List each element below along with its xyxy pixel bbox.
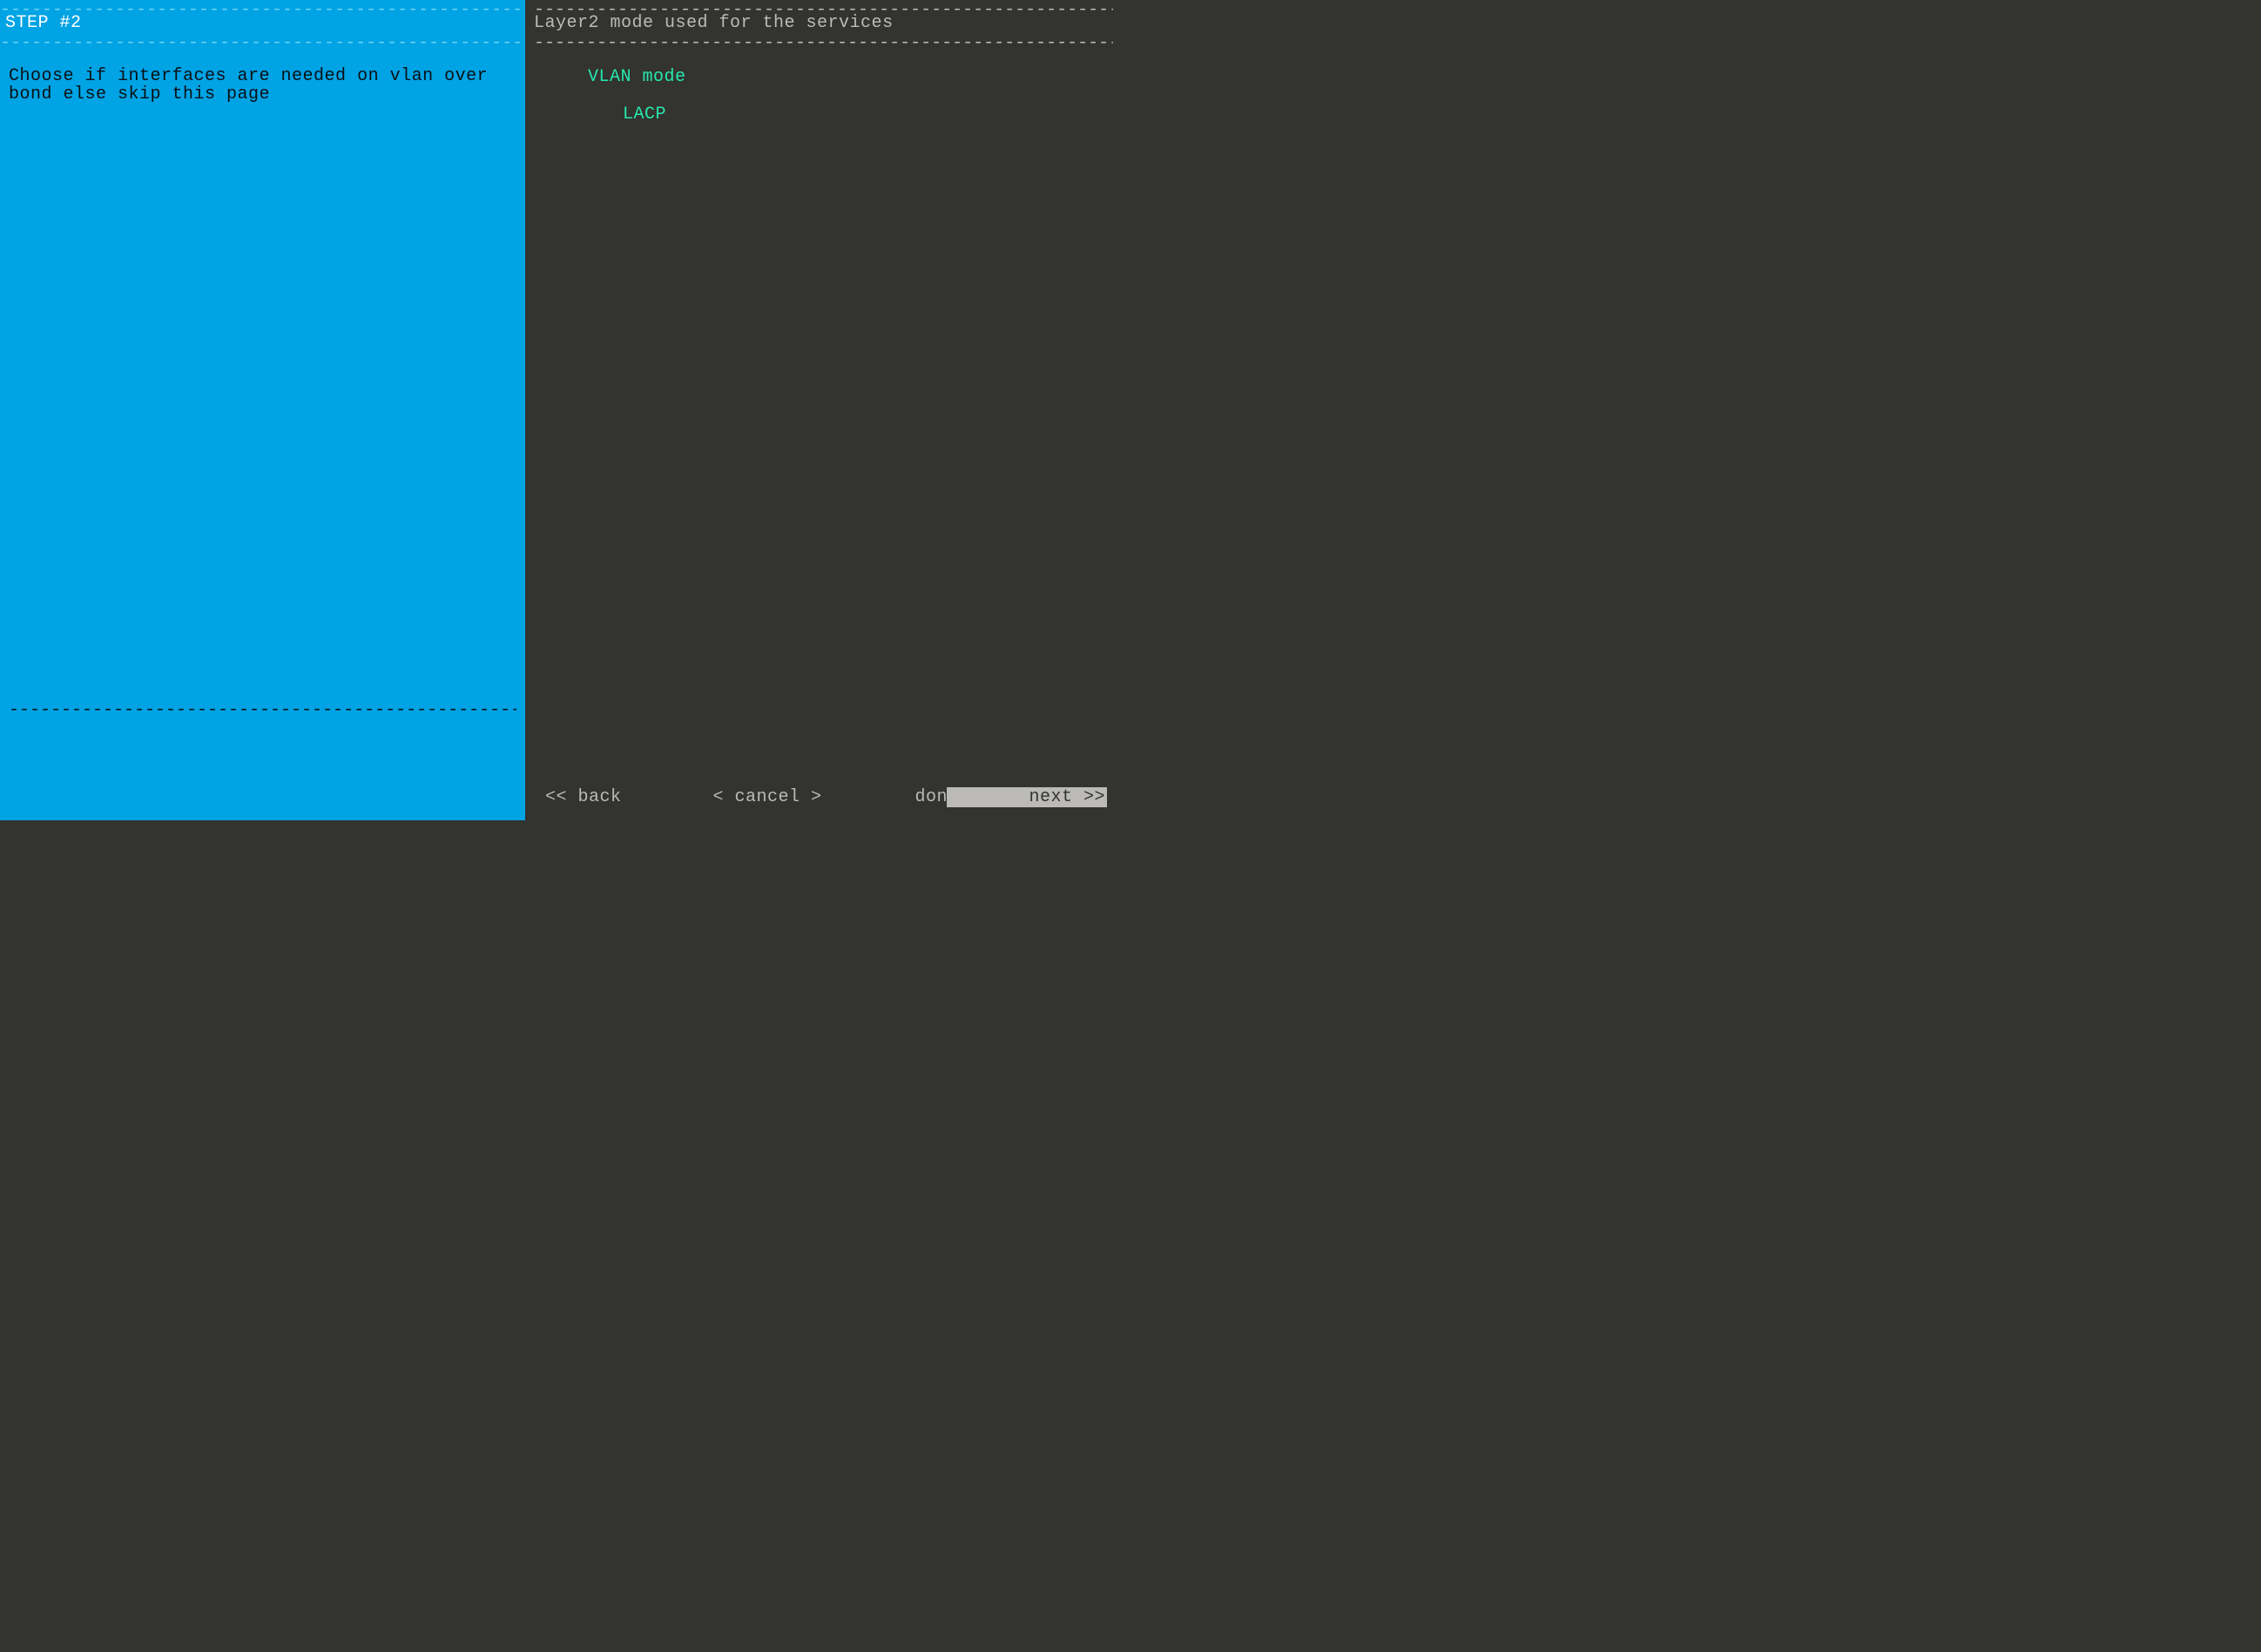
option-lacp[interactable]: LACP [623, 105, 686, 125]
right-panel: ----------------------------------------… [525, 0, 1113, 820]
option-list: VLAN mode LACP [588, 67, 686, 125]
footer-nav: << back < cancel > done >> next >> [543, 787, 1104, 807]
back-button[interactable]: << back [545, 787, 622, 807]
step-title: STEP #2 [5, 13, 82, 33]
left-panel: ----------------------------------------… [0, 0, 525, 820]
cancel-button[interactable]: < cancel > [713, 787, 822, 807]
next-button[interactable]: next >> [947, 787, 1107, 807]
divider-bottom-left: ----------------------------------------… [9, 700, 516, 720]
panel-title: Layer2 mode used for the services [534, 13, 894, 33]
divider-sub-left: ----------------------------------------… [0, 33, 525, 53]
divider-sub-right: ----------------------------------------… [534, 33, 1113, 53]
instruction-text: Choose if interfaces are needed on vlan … [9, 67, 495, 104]
option-vlan-mode[interactable]: VLAN mode [588, 67, 686, 87]
wizard-container: ----------------------------------------… [0, 0, 1113, 820]
